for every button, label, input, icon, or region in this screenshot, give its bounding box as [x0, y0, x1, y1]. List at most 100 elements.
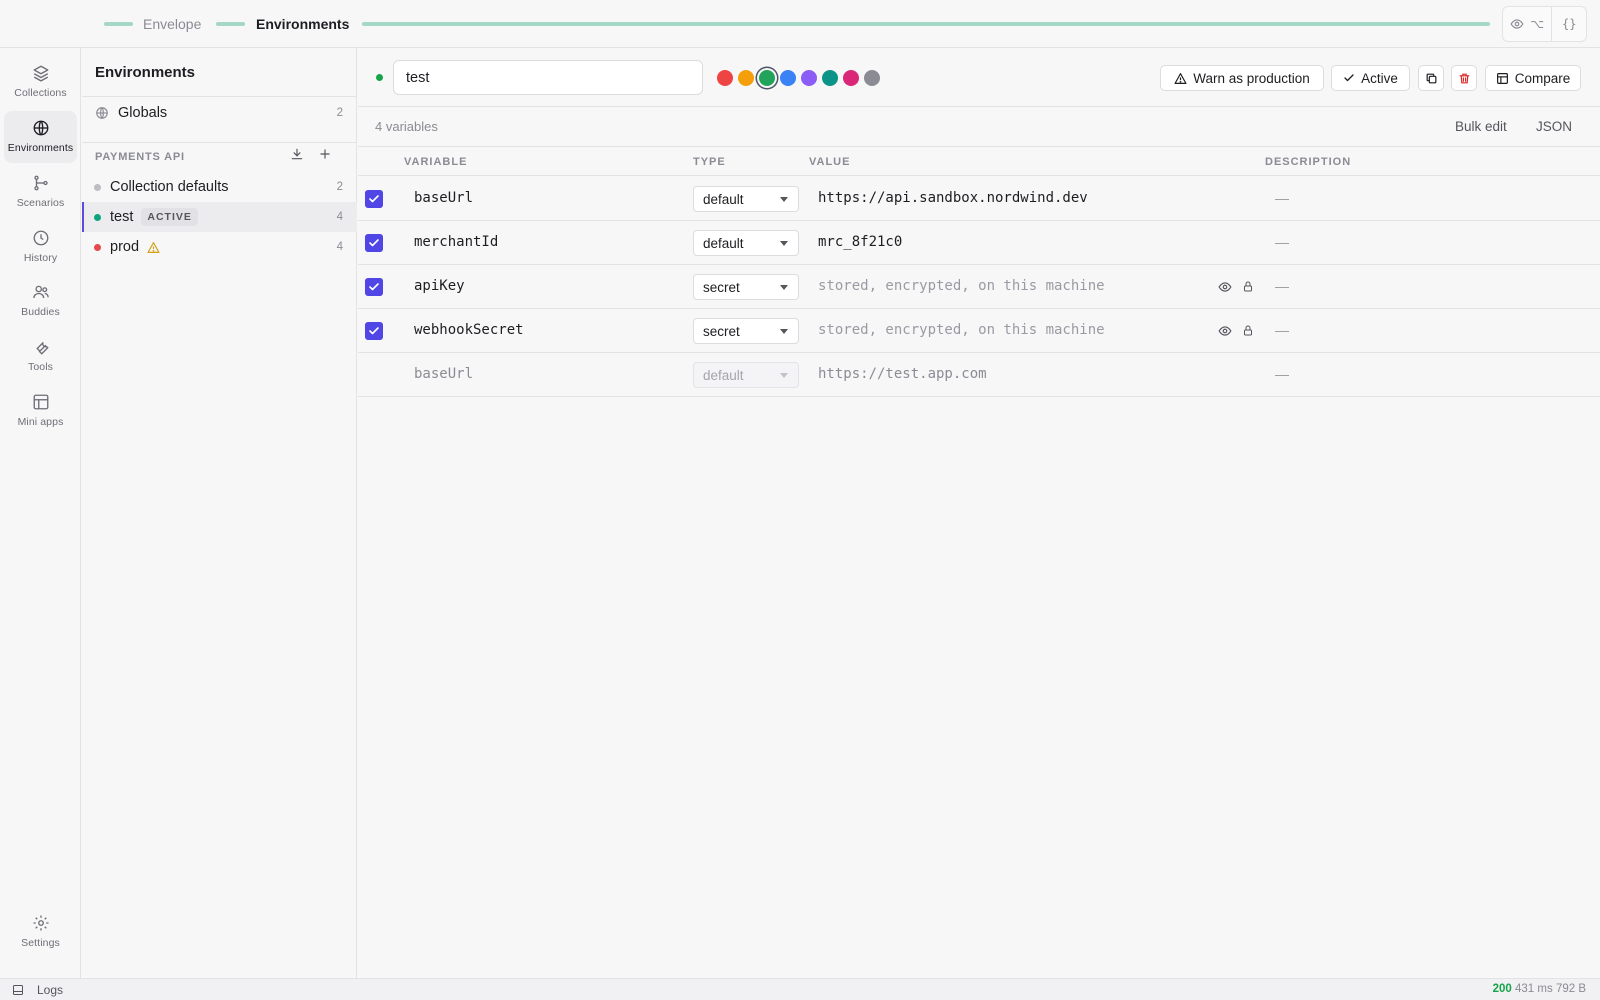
variable-name[interactable]: baseUrl [414, 190, 473, 206]
env-color-dot [94, 183, 101, 191]
panel-icon[interactable] [12, 984, 24, 996]
eye-icon [1510, 17, 1524, 31]
rail-label: History [23, 252, 58, 264]
rail-label: Mini apps [17, 416, 64, 428]
variable-description[interactable]: — [1275, 190, 1289, 206]
color-swatch-pink[interactable] [843, 70, 859, 86]
enabled-checkbox[interactable] [365, 234, 383, 252]
check-icon [368, 193, 380, 205]
sidebar-item-label: test [110, 209, 134, 225]
warn-as-production-button[interactable]: Warn as production [1160, 65, 1324, 91]
sidebar-item-test[interactable]: test ACTIVE 4 [82, 202, 357, 232]
color-swatch-red[interactable] [717, 70, 733, 86]
variables-table-header: VARIABLE TYPE VALUE DESCRIPTION [358, 146, 1600, 176]
json-toggle-button[interactable]: {} [1552, 7, 1586, 41]
variable-name[interactable]: merchantId [414, 234, 498, 250]
breadcrumb-parent[interactable]: Envelope [143, 15, 201, 33]
variable-name[interactable]: webhookSecret [414, 322, 524, 338]
breadcrumb-line [216, 22, 245, 26]
check-icon [368, 281, 380, 293]
branch-icon [32, 174, 50, 192]
rail-item-collections[interactable]: Collections [4, 56, 77, 108]
column-header-value: VALUE [809, 156, 851, 168]
variable-description[interactable]: — [1275, 234, 1289, 250]
variable-name[interactable]: apiKey [414, 278, 465, 294]
variable-description[interactable]: — [1275, 278, 1289, 294]
eye-icon[interactable] [1218, 280, 1232, 294]
preview-toggle[interactable]: ⌥ [1503, 7, 1553, 41]
variable-value[interactable]: mrc_8f21c0 [818, 234, 902, 250]
variable-description[interactable]: — [1275, 322, 1289, 338]
sidebar-item-label: prod [110, 239, 140, 255]
layers-icon [32, 64, 50, 82]
variable-value[interactable]: stored, encrypted, on this machine [818, 278, 1105, 294]
compare-button[interactable]: Compare [1485, 65, 1581, 91]
json-link[interactable]: JSON [1536, 119, 1572, 134]
color-swatch-amber[interactable] [738, 70, 754, 86]
type-select[interactable]: default [693, 186, 799, 212]
chevron-down-icon [780, 241, 788, 246]
active-badge: ACTIVE [141, 208, 198, 226]
color-swatch-blue[interactable] [780, 70, 796, 86]
variable-count: 2 [336, 107, 343, 119]
eye-icon[interactable] [1218, 324, 1232, 338]
rail-item-settings[interactable]: Settings [4, 906, 77, 958]
section-title: PAYMENTS API [95, 151, 185, 163]
env-color-dot [376, 74, 383, 81]
active-button[interactable]: Active [1331, 65, 1410, 91]
check-icon [1343, 72, 1355, 84]
breadcrumb-line [104, 22, 133, 26]
option-key-label: ⌥ [1530, 17, 1545, 31]
sidebar-divider [82, 96, 357, 97]
chevron-down-icon [780, 373, 788, 378]
plus-icon[interactable] [318, 147, 332, 161]
rail-item-tools[interactable]: Tools [4, 330, 77, 382]
color-swatch-teal[interactable] [822, 70, 838, 86]
nav-rail: Collections Environments Scenarios Histo… [0, 48, 81, 978]
top-bar: Envelope Environments ⌥ {} [0, 0, 1600, 48]
color-swatch-gray[interactable] [864, 70, 880, 86]
sidebar-item-collection-defaults[interactable]: Collection defaults 2 [82, 172, 357, 202]
type-select[interactable]: secret [693, 274, 799, 300]
type-value: default [703, 367, 744, 383]
type-value: secret [703, 323, 740, 339]
enabled-checkbox[interactable] [365, 278, 383, 296]
download-icon[interactable] [290, 147, 304, 161]
color-swatch-green[interactable] [759, 70, 775, 86]
duplicate-button[interactable] [1418, 65, 1444, 91]
variable-value[interactable]: stored, encrypted, on this machine [818, 322, 1105, 338]
variable-value[interactable]: https://api.sandbox.nordwind.dev [818, 190, 1088, 206]
logs-toggle[interactable]: Logs [37, 983, 63, 997]
wrench-icon [32, 338, 50, 356]
users-icon [32, 283, 50, 301]
variable-description: — [1275, 366, 1289, 382]
rail-item-mini-apps[interactable]: Mini apps [4, 385, 77, 437]
rail-item-environments[interactable]: Environments [4, 111, 77, 163]
color-swatch-purple[interactable] [801, 70, 817, 86]
type-select[interactable]: secret [693, 318, 799, 344]
warning-icon [147, 241, 160, 254]
trash-icon [1458, 72, 1471, 85]
env-name-input[interactable] [393, 60, 703, 95]
chevron-down-icon [780, 285, 788, 290]
type-select: default [693, 362, 799, 388]
delete-button[interactable] [1451, 65, 1477, 91]
sidebar-item-globals[interactable]: Globals 2 [82, 98, 357, 128]
table-row: webhookSecret secret stored, encrypted, … [358, 309, 1600, 353]
type-select[interactable]: default [693, 230, 799, 256]
table-row: merchantId default mrc_8f21c0 — [358, 221, 1600, 265]
sidebar-item-prod[interactable]: prod 4 [82, 232, 357, 262]
response-size: 792 B [1555, 983, 1586, 995]
enabled-checkbox[interactable] [365, 322, 383, 340]
enabled-checkbox[interactable] [365, 190, 383, 208]
rail-item-scenarios[interactable]: Scenarios [4, 166, 77, 218]
sidebar-item-label: Globals [118, 105, 168, 121]
globe-icon [95, 106, 109, 120]
rail-item-buddies[interactable]: Buddies [4, 275, 77, 327]
button-label: Compare [1514, 70, 1571, 86]
rail-item-history[interactable]: History [4, 221, 77, 273]
lock-icon [1242, 324, 1254, 337]
lock-icon [1242, 280, 1254, 293]
globe-icon [32, 119, 50, 137]
bulk-edit-link[interactable]: Bulk edit [1455, 119, 1507, 134]
